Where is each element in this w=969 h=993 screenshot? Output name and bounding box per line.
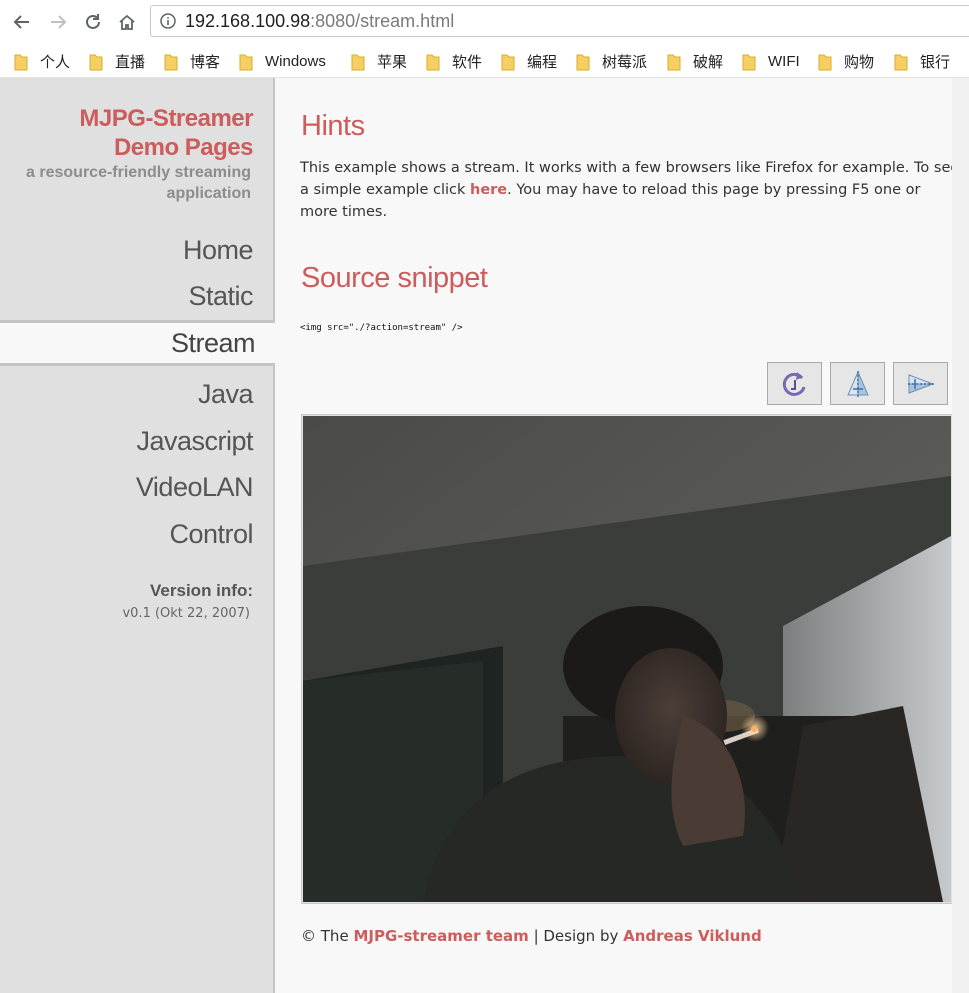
bookmark-item[interactable]: 直播 (89, 50, 145, 72)
folder-icon (667, 53, 681, 71)
version-value: v0.1 (Okt 22, 2007) (122, 606, 250, 621)
flip-vertical-button[interactable] (830, 362, 885, 405)
version-label: Version info: (150, 581, 253, 600)
stream-image (301, 414, 953, 904)
code-snippet: <img src="./?action=stream" /> (300, 323, 463, 333)
folder-icon (164, 53, 178, 71)
bookmark-label: 编程 (527, 53, 558, 71)
flip-vertical-icon (846, 370, 869, 397)
folder-icon (426, 53, 440, 71)
reload-icon[interactable] (79, 8, 107, 36)
page-margin (952, 78, 969, 993)
bookmark-item[interactable]: 银行 (894, 50, 950, 72)
bookmark-label: 树莓派 (602, 53, 648, 71)
sidebar: MJPG-Streamer Demo Pages a resource-frie… (0, 78, 275, 993)
bookmark-item[interactable]: 苹果 (351, 50, 407, 72)
folder-icon (742, 53, 756, 71)
hints-paragraph: This example shows a stream. It works wi… (300, 157, 960, 223)
bookmark-item[interactable]: WIFI (742, 50, 800, 72)
nav-static[interactable]: Static (0, 273, 273, 319)
bookmark-item[interactable]: 软件 (426, 50, 482, 72)
info-icon[interactable] (160, 13, 176, 29)
footer: © The MJPG-streamer team | Design by And… (301, 927, 762, 945)
folder-icon (576, 53, 590, 71)
main-content: Hints This example shows a stream. It wo… (275, 78, 959, 993)
bookmark-item[interactable]: 博客 (164, 50, 220, 72)
footer-middle: | Design by (528, 927, 624, 945)
flip-horizontal-icon (907, 373, 934, 394)
folder-icon (501, 53, 515, 71)
folder-icon (894, 53, 908, 71)
site-subtitle-line2: application (166, 185, 251, 202)
address-bar[interactable]: 192.168.100.98:8080/stream.html (150, 5, 969, 37)
team-link[interactable]: MJPG-streamer team (353, 927, 528, 945)
bookmark-item[interactable]: 购物 (818, 50, 874, 72)
bookmark-label: 软件 (452, 53, 483, 71)
site-title-line1: MJPG-Streamer (79, 105, 253, 132)
hints-heading: Hints (301, 110, 365, 142)
bookmark-label: 破解 (693, 53, 724, 71)
nav-javascript[interactable]: Javascript (0, 418, 273, 464)
site-title-line2: Demo Pages (113, 134, 254, 161)
url-text: 192.168.100.98:8080/stream.html (185, 11, 455, 31)
bookmark-item[interactable]: 树莓派 (576, 50, 647, 72)
bookmark-label: 博客 (190, 53, 221, 71)
nav-videolan[interactable]: VideoLAN (0, 464, 273, 510)
web-page: MJPG-Streamer Demo Pages a resource-frie… (0, 78, 969, 993)
bookmark-label: 银行 (920, 53, 951, 71)
flip-horizontal-button[interactable] (893, 362, 948, 405)
here-link[interactable]: here (470, 182, 507, 198)
site-subtitle: a resource-friendly streaming applicatio… (0, 162, 251, 204)
folder-icon (818, 53, 832, 71)
back-icon[interactable] (8, 8, 36, 36)
bookmark-label: Windows (265, 52, 326, 70)
designer-link[interactable]: Andreas Viklund (623, 927, 762, 945)
forward-icon[interactable] (44, 8, 72, 36)
bookmark-label: 购物 (844, 53, 875, 71)
folder-icon (89, 53, 103, 71)
bookmark-item[interactable]: 个人 (14, 50, 70, 72)
bookmark-label: WIFI (768, 52, 800, 70)
folder-icon (14, 53, 28, 71)
home-icon[interactable] (113, 8, 141, 36)
bookmark-label: 苹果 (377, 53, 408, 71)
site-subtitle-line1: a resource-friendly streaming (26, 164, 251, 181)
nav-control[interactable]: Control (0, 511, 273, 557)
folder-icon (351, 53, 365, 71)
bookmarks-bar: 个人 直播 博客 Windows 苹果 软件 编程 树莓派 破解 WIFI 购物 银行 (0, 44, 969, 78)
source-snippet-heading: Source snippet (301, 262, 488, 294)
site-title: MJPG-Streamer Demo Pages (79, 104, 253, 162)
nav-java[interactable]: Java (0, 371, 273, 417)
browser-toolbar: 192.168.100.98:8080/stream.html (0, 0, 969, 44)
folder-icon (239, 53, 253, 71)
nav-stream[interactable]: Stream (0, 320, 275, 366)
bookmark-item[interactable]: 编程 (501, 50, 557, 72)
bookmark-item[interactable]: 破解 (667, 50, 723, 72)
rotate-button[interactable] (767, 362, 822, 405)
footer-prefix: © The (301, 927, 354, 945)
webcam-frame (303, 416, 951, 902)
rotate-icon (782, 371, 805, 396)
bookmark-item[interactable]: Windows (239, 50, 326, 72)
bookmark-label: 个人 (40, 53, 71, 71)
bookmark-label: 直播 (115, 53, 146, 71)
nav-home[interactable]: Home (0, 227, 273, 273)
